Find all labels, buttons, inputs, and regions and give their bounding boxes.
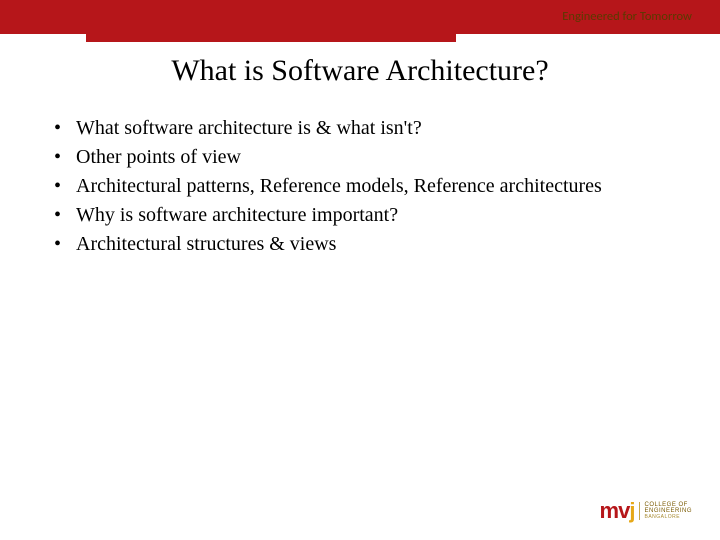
logo-text: COLLEGE OF ENGINEERING BANGALORE: [639, 502, 692, 521]
tagline: Engineered for Tomorrow: [562, 9, 692, 24]
logo-line1: COLLEGE OF: [644, 502, 692, 509]
list-item: Architectural patterns, Reference models…: [48, 173, 680, 200]
logo-sub: BANGALORE: [644, 515, 692, 521]
content-area: What software architecture is & what isn…: [48, 115, 680, 260]
logo-letter-j: j: [629, 498, 634, 523]
header-bar: Engineered for Tomorrow: [0, 0, 720, 34]
logo: mvj COLLEGE OF ENGINEERING BANGALORE: [600, 500, 692, 522]
logo-mark: mvj: [600, 500, 635, 522]
header-notch: [86, 0, 456, 42]
bullet-list: What software architecture is & what isn…: [48, 115, 680, 258]
list-item: Why is software architecture important?: [48, 202, 680, 229]
list-item: What software architecture is & what isn…: [48, 115, 680, 142]
logo-letter-m: m: [600, 498, 619, 523]
slide-title: What is Software Architecture?: [0, 54, 720, 88]
list-item: Other points of view: [48, 144, 680, 171]
list-item: Architectural structures & views: [48, 231, 680, 258]
logo-letter-v: v: [618, 498, 629, 523]
